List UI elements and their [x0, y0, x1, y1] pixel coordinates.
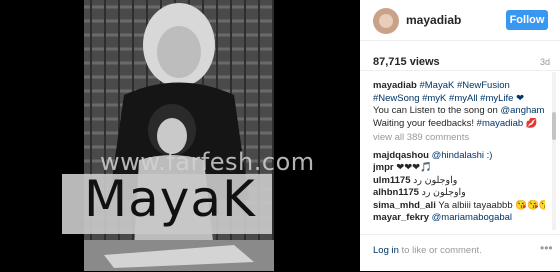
more-icon[interactable]: •••: [540, 241, 553, 255]
comment-row: mayar_fekry @mariamabogabal: [373, 212, 545, 225]
comment-text: واوجلون رد: [421, 187, 466, 198]
views-count: 87,715 views: [373, 56, 440, 68]
login-prompt-text: to like or comment.: [401, 245, 482, 256]
post-sidebar: mayadiab Follow 87,715 views 3d mayadiab…: [360, 0, 560, 271]
comments-scrollbar[interactable]: [552, 72, 556, 230]
comment-text: واوجلون رد: [413, 174, 458, 186]
instagram-post-embed: www.farfesh.com MayaK mayadiab Follow 87…: [0, 0, 560, 271]
anghami-link[interactable]: @anghami: [500, 105, 545, 116]
comment-row: alhbn1175 واوجلون رد: [373, 187, 545, 200]
view-all-comments-link[interactable]: view all 389 comments: [373, 132, 545, 145]
post-header: mayadiab Follow: [360, 0, 560, 41]
comment-username[interactable]: jmpr: [373, 162, 394, 173]
post-age[interactable]: 3d: [540, 57, 550, 67]
caption-username[interactable]: mayadiab: [373, 80, 417, 91]
comment-row: majdqashou @hindalashi :): [373, 150, 545, 163]
comment-username[interactable]: sima_mhd_ali: [373, 200, 436, 211]
comment-row: ulm1175 واوجلون رد: [373, 175, 545, 188]
comment-text: Ya albiii tayaabbb 😘😘😘: [438, 199, 545, 211]
login-link[interactable]: Log in: [373, 245, 399, 256]
caption-line: You can Listen to the song on @anghami: [373, 105, 545, 118]
caption-text: Waiting your feedbacks!: [373, 117, 475, 129]
post-media[interactable]: www.farfesh.com MayaK: [0, 0, 360, 271]
caption-line: Waiting your feedbacks! #mayadiab 💋: [373, 118, 545, 131]
comment-username[interactable]: ulm1175: [373, 175, 411, 186]
comment-username[interactable]: alhbn1175: [373, 187, 419, 198]
comment-row: sima_mhd_ali Ya albiii tayaabbb 😘😘😘: [373, 200, 545, 213]
login-prompt: Log in to like or comment.: [373, 245, 482, 256]
avatar[interactable]: [373, 8, 399, 34]
caption-hashtags-2[interactable]: #NewSong #myK #myAll #myLife ❤: [373, 93, 545, 106]
post-footer: Log in to like or comment. •••: [360, 234, 560, 272]
comment-username[interactable]: mayar_fekry: [373, 212, 429, 223]
caption-text: You can Listen to the song on: [373, 105, 498, 116]
comments-scrollbar-thumb[interactable]: [552, 112, 556, 140]
caption-line: mayadiab #MayaK #NewFusion: [373, 80, 545, 93]
comment-text[interactable]: @mariamabogabal: [432, 212, 512, 223]
hashtag-link[interactable]: #mayadiab: [477, 118, 523, 129]
post-stats: 87,715 views 3d: [360, 40, 560, 71]
caption-hashtags[interactable]: #MayaK #NewFusion: [419, 80, 509, 91]
title-banner-text: MayaK: [84, 170, 256, 228]
comment-text[interactable]: @hindalashi :): [432, 150, 493, 161]
comment-row: jmpr ❤❤❤🎵: [373, 162, 545, 175]
comment-username[interactable]: majdqashou: [373, 150, 429, 161]
kiss-emoji: 💋: [525, 117, 538, 129]
follow-button[interactable]: Follow: [506, 10, 548, 30]
comments-list: mayadiab #MayaK #NewFusion #NewSong #myK…: [373, 80, 545, 225]
username-link[interactable]: mayadiab: [406, 13, 461, 27]
comment-text: ❤❤❤🎵: [396, 162, 432, 173]
